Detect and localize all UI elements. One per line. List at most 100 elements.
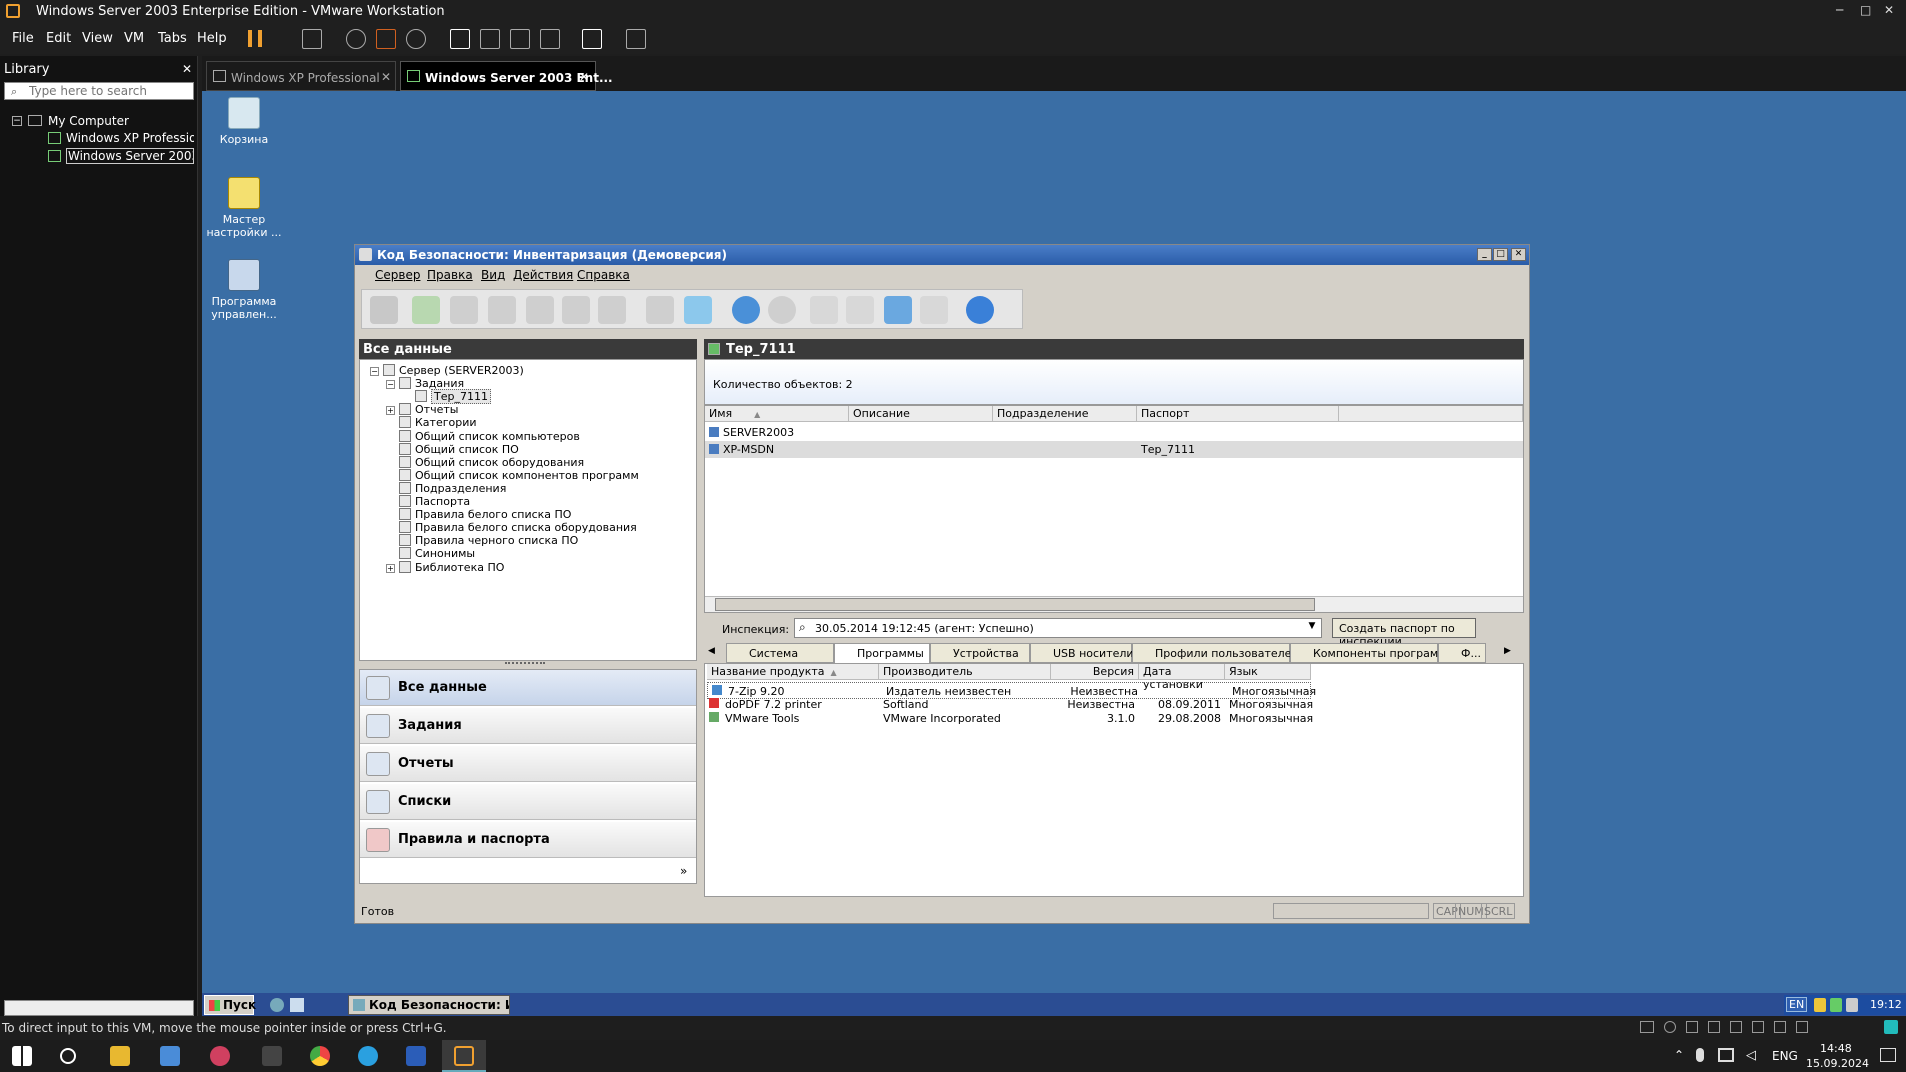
filter-icon[interactable] (684, 296, 712, 324)
device-sound-icon[interactable] (1752, 1021, 1764, 1033)
tree-node[interactable]: Правила белого списка оборудования (386, 521, 637, 534)
delete-icon[interactable] (920, 296, 948, 324)
forward-arrow-icon[interactable] (768, 296, 796, 324)
back-to-server-icon[interactable] (370, 296, 398, 324)
menu-file[interactable]: File (12, 31, 34, 46)
search-icon[interactable] (60, 1048, 76, 1064)
library-search-input[interactable] (5, 83, 175, 99)
scroll-thumb[interactable] (715, 598, 1315, 611)
revert-snapshot-icon[interactable] (376, 29, 396, 49)
tree-node[interactable]: Общий список оборудования (386, 455, 584, 469)
tree-node[interactable]: − Задания (386, 377, 464, 390)
show-library-icon[interactable] (450, 29, 470, 49)
grid-col-product[interactable]: Название продукта ▲ (707, 664, 879, 680)
create-passport-button[interactable]: Создать паспорт по инспекции (1332, 618, 1476, 648)
close-tab-icon[interactable]: ✕ (381, 70, 391, 84)
stop-icon[interactable] (846, 296, 874, 324)
device-cd-icon[interactable] (1664, 1021, 1676, 1033)
app-menu-edit[interactable]: Правка (427, 268, 473, 282)
stretch-guest-icon[interactable] (626, 29, 646, 49)
send-keys-icon[interactable] (302, 29, 322, 49)
tree-node[interactable]: Общий список компьютеров (386, 429, 580, 443)
library-root-my-computer[interactable]: My Computer (48, 114, 129, 128)
library-search[interactable]: ⌕ (4, 82, 194, 100)
app-menu-server[interactable]: Сервер (375, 268, 420, 282)
desktop-setup-wizard[interactable]: Мастер настройки ... (206, 177, 282, 239)
device-hdd-icon[interactable] (1640, 1021, 1654, 1033)
snapshot-manager-icon[interactable] (406, 29, 426, 49)
device-usb-icon[interactable] (1730, 1021, 1742, 1033)
nav-tasks[interactable]: Задания (360, 708, 696, 744)
library-hscrollbar[interactable] (4, 1000, 194, 1016)
tab-more[interactable]: Ф... (1438, 643, 1486, 663)
app-minimize-icon[interactable]: _ (1477, 248, 1492, 261)
nav-all-data[interactable]: Все данные (360, 670, 696, 706)
unity-icon[interactable] (540, 29, 560, 49)
list-row-selected[interactable]: XP-MSDN Тер_7111 (705, 441, 1523, 458)
tabs-scroll-right-icon[interactable]: ▶ (1504, 646, 1511, 656)
vmware-taskbar-button[interactable] (442, 1040, 486, 1072)
notifications-icon[interactable] (1880, 1048, 1896, 1062)
collapse-icon[interactable]: − (386, 380, 395, 390)
list-icon[interactable] (598, 296, 626, 324)
library-item-winxp[interactable]: Windows XP Professiona (66, 131, 194, 145)
network-icon[interactable] (1718, 1048, 1734, 1062)
tree-expand-icon[interactable]: − (12, 116, 22, 126)
add-computer-icon[interactable] (450, 296, 478, 324)
media-app-icon[interactable] (210, 1046, 230, 1066)
tab-system[interactable]: Система (726, 643, 834, 663)
tab-windows-xp[interactable]: Windows XP Professional ✕ (206, 61, 396, 91)
export-icon[interactable] (646, 296, 674, 324)
tab-user-profiles[interactable]: Профили пользователей (1132, 643, 1299, 663)
tab-windows-server-2003[interactable]: Windows Server 2003 Ent... ✕ (400, 61, 613, 91)
tree-node[interactable]: Общий список ПО (386, 442, 519, 456)
taskbar-app-button[interactable]: Код Безопасности: И... (348, 995, 510, 1015)
list-col-name[interactable]: Имя ▲ (705, 406, 849, 422)
microphone-icon[interactable] (1696, 1048, 1704, 1062)
nav-lists[interactable]: Списки (360, 784, 696, 820)
grid-col-language[interactable]: Язык (1225, 664, 1311, 680)
quick-launch-ie-icon[interactable] (270, 998, 284, 1012)
tree-node[interactable]: Подразделения (386, 481, 506, 495)
library-close-icon[interactable]: ✕ (182, 62, 192, 76)
minimize-icon[interactable]: ─ (1836, 3, 1843, 17)
nav-rules-passports[interactable]: Правила и паспорта (360, 822, 696, 858)
list-col-description[interactable]: Описание (849, 406, 993, 422)
refresh-icon[interactable] (884, 296, 912, 324)
expand-icon[interactable]: + (386, 406, 395, 416)
shield-icon[interactable] (1814, 998, 1826, 1012)
device-printer-icon[interactable] (1774, 1021, 1786, 1033)
app-menu-view[interactable]: Вид (481, 268, 505, 282)
chrome-icon[interactable] (310, 1046, 330, 1066)
tree-node[interactable]: + Отчеты (386, 403, 458, 416)
tray-chevron-icon[interactable]: ⌃ (1674, 1048, 1684, 1062)
more-chevron-icon[interactable]: » (680, 864, 687, 878)
app-menu-help[interactable]: Справка (577, 268, 630, 282)
menu-help[interactable]: Help (197, 31, 227, 46)
tab-program-components[interactable]: Компоненты программ (1290, 643, 1447, 663)
collapse-icon[interactable]: − (370, 367, 379, 376)
app-close-icon[interactable]: ✕ (1511, 248, 1526, 261)
tree-node[interactable]: Паспорта (386, 495, 470, 508)
tree-node[interactable]: Правила черного списка ПО (386, 534, 578, 547)
telegram-icon[interactable] (358, 1046, 378, 1066)
snapshot-icon[interactable] (346, 29, 366, 49)
word-icon[interactable] (406, 1046, 426, 1066)
tree-node[interactable]: Тер_7111 (402, 389, 491, 405)
play-icon[interactable] (810, 296, 838, 324)
document-icon[interactable] (526, 296, 554, 324)
users-icon[interactable] (562, 296, 590, 324)
music-icon[interactable] (262, 1046, 282, 1066)
list-col-passport[interactable]: Паспорт (1137, 406, 1339, 422)
tabs-scroll-left-icon[interactable]: ◀ (708, 646, 715, 656)
tree-node[interactable]: + Библиотека ПО (386, 560, 504, 574)
desktop-management-program[interactable]: Программа управлен... (206, 259, 282, 321)
help-icon[interactable] (966, 296, 994, 324)
tree-node[interactable]: Категории (386, 416, 477, 429)
device-floppy-icon[interactable] (1686, 1021, 1698, 1033)
menu-view[interactable]: View (82, 31, 113, 46)
chevron-down-icon[interactable]: ▼ (1305, 621, 1319, 635)
list-col-department[interactable]: Подразделение (993, 406, 1137, 422)
app-menu-actions[interactable]: Действия (513, 268, 573, 282)
host-lang-indicator[interactable]: ENG (1772, 1049, 1798, 1063)
